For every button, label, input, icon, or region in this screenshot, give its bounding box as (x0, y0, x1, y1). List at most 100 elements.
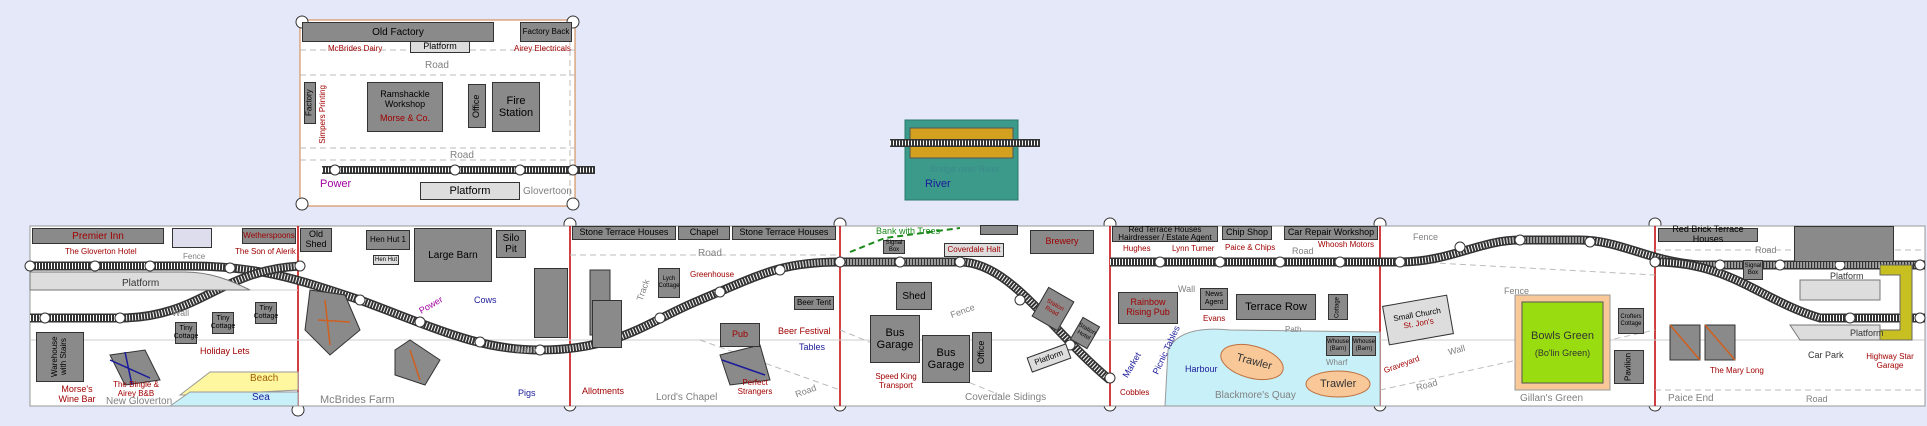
sea-area (168, 391, 299, 407)
allotment-sheds (592, 300, 622, 348)
morses-wine-bar-label: Morse's Wine Bar (58, 384, 96, 404)
beer-festival-label: Beer Festival (778, 326, 831, 336)
tiny-cottage-3: Tiny Cottage (254, 302, 278, 324)
car-repair-workshop: Car Repair Workshop (1284, 226, 1378, 240)
bank-with-trees-label: Bank with Trees (876, 226, 941, 236)
fence-bowls-label: Fence (1504, 286, 1530, 296)
platform-bottom: Platform (420, 182, 520, 200)
evans-label: Evans (1203, 314, 1226, 323)
platform-right-label: Platform (1830, 271, 1864, 281)
road-harbour-label: Road (1292, 246, 1314, 256)
highway-star-label: Highway Star Garage (1866, 352, 1914, 370)
hairdresser-label: Hairdresser / Estate Agent (1118, 233, 1212, 242)
red-terrace-houses: Red Terrace Houses Hairdresser / Estate … (1112, 226, 1218, 242)
harbour-label: Harbour (1185, 364, 1218, 374)
red-brick-terrace-houses: Red Brick Terrace Houses (1658, 224, 1758, 244)
bowls-green-lawn (1521, 301, 1604, 384)
bolin-green-label: (Bo'lin Green) (1534, 348, 1591, 358)
news-agent: News Agent (1200, 288, 1228, 310)
bus-garage-1: Bus Garage (870, 315, 920, 363)
platform-right-2-label: Platform (1850, 328, 1884, 338)
terrace-block-right (1794, 226, 1894, 262)
fire-station: Fire Station (492, 82, 540, 132)
chapel: Chapel (678, 226, 730, 240)
paice-end-label: Paice End (1668, 393, 1714, 404)
simpers-printing-label: Simpers Printing (318, 85, 327, 144)
son-of-alerik-label: The Son of Alerik (235, 247, 296, 256)
cobbles-label: Cobbles (1120, 388, 1150, 397)
premier-inn: Premier Inn (32, 228, 164, 244)
rainbow-rising-pub: Rainbow Rising Pub (1118, 292, 1178, 324)
whouse-barn-2: Whouse (Barn) (1352, 336, 1376, 356)
shed: Shed (896, 282, 932, 310)
road-bottom-label: Road (1806, 394, 1828, 404)
mary-long-label: The Mary Long (1710, 366, 1764, 375)
blackmores-quay-label: Blackmore's Quay (1215, 390, 1296, 401)
road-paice-label: Road (1755, 245, 1777, 255)
bowls-green-label: Bowls Green (1531, 330, 1594, 342)
glovertoon-label: Glovertoon (523, 186, 572, 197)
cows-label: Cows (474, 295, 497, 305)
wall-left-label: Wall (172, 308, 190, 318)
office-coverdale: Office (972, 332, 992, 372)
terrace-row: Terrace Row (1236, 294, 1316, 320)
fence-sign (172, 228, 212, 248)
river-label: River (925, 178, 951, 190)
whouse-barn-1: Whouse (Barn) (1326, 336, 1350, 356)
new-gloverton-label: New Gloverton (106, 396, 173, 407)
perfect-strangers-label: Perfect Strangers (737, 378, 773, 396)
car-park-label: Car Park (1808, 350, 1844, 360)
platform-top: Platform (410, 41, 470, 53)
path-label: Path (1285, 325, 1302, 334)
coverdale-sidings-label: Coverdale Sidings (965, 392, 1047, 403)
pub: Pub (720, 323, 760, 347)
paice-chips-label: Paice & Chips (1225, 243, 1276, 252)
factory: Factory (304, 82, 316, 124)
hen-hut-1: Hen Hut 1 (366, 230, 410, 250)
road-chapel-label: Road (698, 248, 722, 259)
pavilion: Pavilion (1614, 350, 1644, 384)
ramshackle-label: Ramshackle Workshop (380, 89, 430, 110)
coverdale-halt: Coverdale Halt (944, 243, 1004, 257)
coverdale-shed-top (980, 225, 1018, 235)
cottage: Cottage (1328, 294, 1348, 320)
signal-box: Signal Box (883, 240, 905, 254)
road-label-mid: Road (450, 150, 474, 161)
wetherspoons: Wetherspoons (242, 228, 296, 244)
factory-back: Factory Back (520, 22, 572, 42)
holiday-lets-label: Holiday Lets (200, 346, 250, 356)
speed-king-label: Speed King Transport (875, 372, 917, 390)
sea-label: Sea (252, 392, 270, 403)
gillans-green-label: Gillan's Green (1520, 393, 1584, 404)
crofters-cottage: Crofters Cottage (1618, 308, 1644, 334)
bridge-label: Bridge over River (930, 164, 1000, 174)
lych-cottage: Lych Cottage (658, 268, 680, 298)
chip-shop: Chip Shop (1222, 226, 1272, 240)
stone-terrace-houses-1: Stone Terrace Houses (572, 226, 676, 240)
wharf-label: Wharf (1326, 358, 1348, 367)
whoosh-motors-label: Whoosh Motors (1318, 240, 1375, 249)
morse-co-label: Morse & Co. (379, 112, 430, 123)
hughes-label: Hughes (1123, 244, 1151, 253)
power-label: Power (320, 178, 352, 190)
stone-terrace-houses-2: Stone Terrace Houses (732, 226, 836, 240)
beer-tent: Beer Tent (794, 296, 834, 310)
tables-label: Tables (799, 342, 826, 352)
ramshackle-workshop: Ramshackle Workshop Morse & Co. (367, 82, 443, 132)
brewery: Brewery (1030, 230, 1094, 254)
office-top: Office (468, 84, 486, 128)
gloverton-hotel-label: The Gloverton Hotel (65, 247, 137, 256)
silo-pit: Silo Pit (496, 230, 526, 258)
warehouse-with-stairs: Warehouse with Stairs (36, 332, 84, 382)
wall-harbour-label: Wall (1178, 284, 1196, 294)
road-label-top: Road (425, 60, 449, 71)
beach-label: Beach (250, 373, 279, 384)
signal-box-2: Signal Box (1743, 260, 1763, 280)
lords-chapel-label: Lord's Chapel (656, 392, 718, 403)
old-factory: Old Factory (302, 22, 494, 42)
fence-label-1: Fence (183, 252, 206, 261)
greenhouse-label: Greenhouse (690, 270, 735, 279)
platform-left-label: Platform (122, 278, 160, 289)
large-barn: Large Barn (414, 228, 492, 282)
hen-hut: Hen Hut (373, 255, 399, 265)
